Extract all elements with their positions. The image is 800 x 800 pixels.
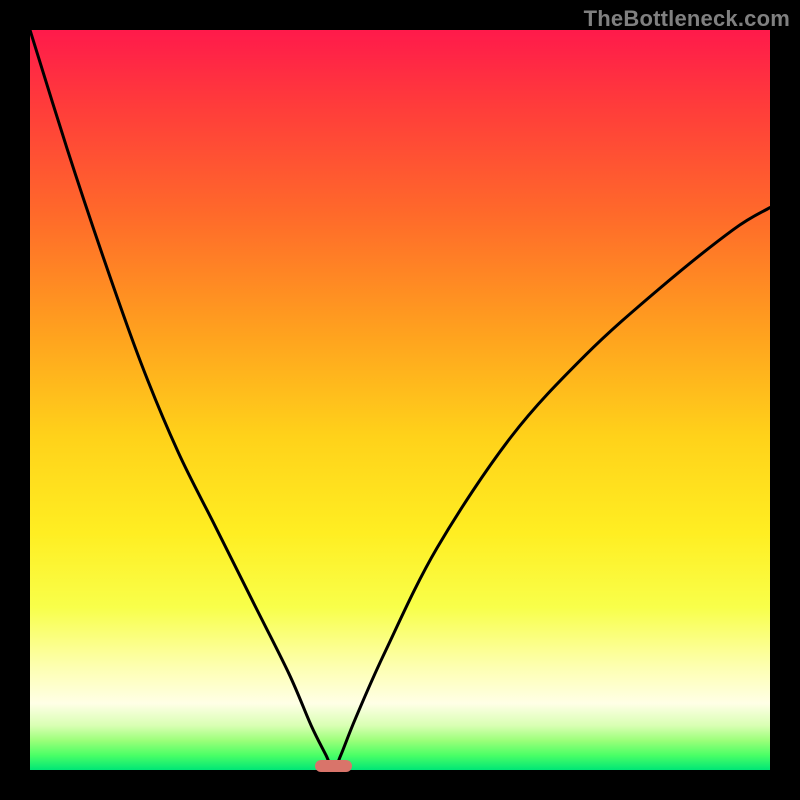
- chart-root: TheBottleneck.com: [0, 0, 800, 800]
- plot-area: [30, 30, 770, 770]
- bottleneck-curve: [30, 30, 770, 770]
- minimum-marker: [315, 760, 352, 772]
- watermark-text: TheBottleneck.com: [584, 6, 790, 32]
- curve-svg: [30, 30, 770, 770]
